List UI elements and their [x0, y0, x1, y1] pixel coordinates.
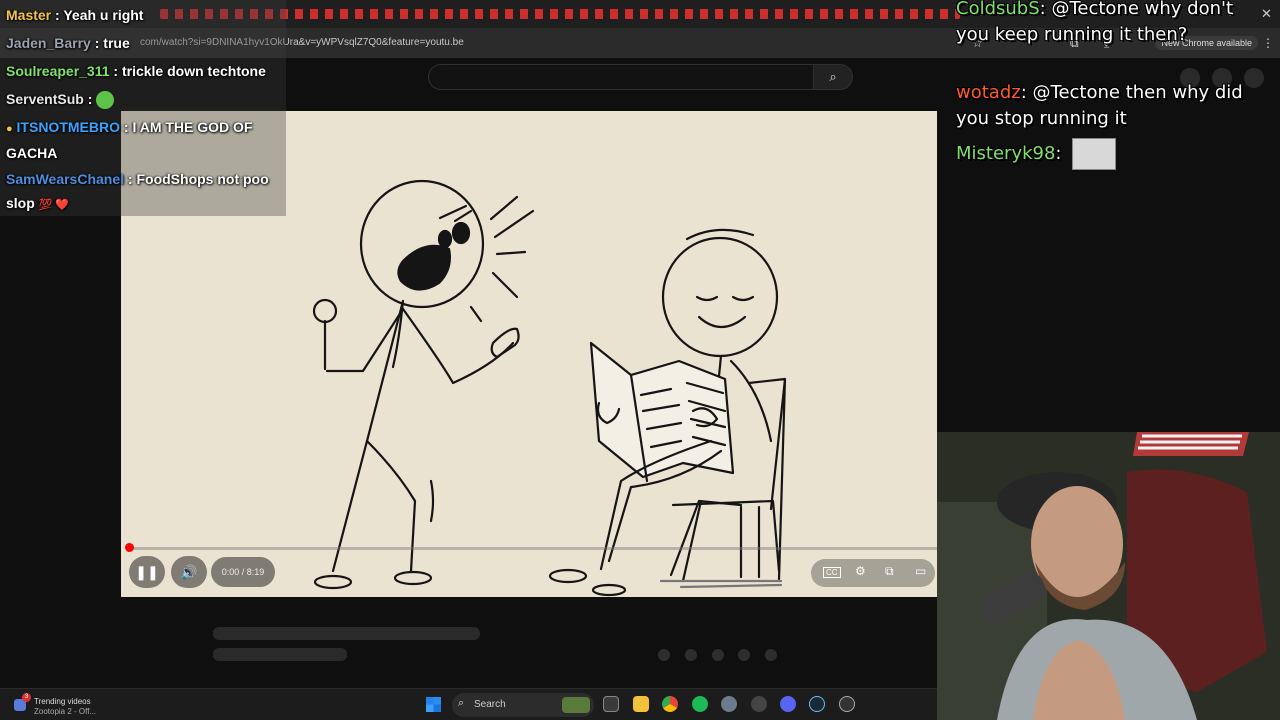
chat-message: ServentSub :	[6, 87, 286, 111]
discord-icon[interactable]	[780, 696, 796, 712]
miniplayer-icon[interactable]: ⧉	[885, 564, 894, 579]
stream-chat-left: Master : Yeah u right Jaden_Barry : true…	[0, 0, 286, 216]
chrome-icon[interactable]	[662, 696, 678, 712]
chat-message: Jaden_Barry : true	[6, 35, 130, 51]
widget-subtitle: Zootopia 2 - Off...	[34, 707, 97, 716]
file-explorer-icon[interactable]	[633, 696, 649, 712]
bulb-badge-icon: ●	[6, 123, 13, 135]
search-icon: ⌕	[829, 69, 837, 84]
search-icon: ⌕	[458, 697, 465, 709]
youtube-search-button[interactable]: ⌕	[813, 64, 853, 90]
volume-button[interactable]: 🔊	[171, 556, 207, 588]
taskbar-search[interactable]: ⌕ Search	[452, 693, 594, 717]
chat-message: ColdsubS: @Tectone why don't you keep ru…	[956, 0, 1234, 45]
widgets-button[interactable]: 3 Trending videos Zootopia 2 - Off...	[14, 693, 134, 717]
steam-icon[interactable]	[809, 696, 825, 712]
stream-chat-right: ColdsubS: @Tectone why don't you keep ru…	[956, 0, 1276, 180]
widget-title: Trending videos	[34, 697, 91, 706]
youtube-search-input[interactable]	[428, 64, 814, 90]
cat-emote-icon	[1071, 138, 1116, 170]
chat-text: true	[103, 35, 130, 51]
windows-taskbar: 3 Trending videos Zootopia 2 - Off... ⌕ …	[0, 688, 937, 720]
green-emote-icon	[96, 91, 115, 110]
streamer-webcam	[937, 432, 1280, 720]
chat-text: Yeah u right	[63, 7, 144, 23]
chat-message: Misteryk98:	[956, 138, 1256, 170]
chat-username: Jaden_Barry	[6, 35, 91, 51]
channel-skeleton	[213, 648, 347, 661]
obs-icon[interactable]	[751, 696, 767, 712]
chat-username: ColdsubS	[956, 0, 1040, 19]
chat-username: Soulreaper_311	[6, 63, 110, 79]
time-display: 0:00 / 8:19	[211, 557, 275, 587]
pause-button[interactable]: ❚❚	[129, 556, 165, 588]
app-icon[interactable]	[721, 696, 737, 712]
volume-icon: 🔊	[180, 564, 198, 580]
widget-badge: 3	[22, 693, 31, 702]
chat-username: wotadz	[956, 82, 1021, 103]
media-player-icon[interactable]	[839, 696, 855, 712]
chat-message: wotadz: @Tectone then why did you stop r…	[956, 82, 1243, 129]
chat-message: SamWearsChanel : FoodShops not poo slop …	[6, 171, 269, 211]
chat-message: Soulreaper_311 : trickle down techtone	[6, 63, 266, 79]
windows-start-icon[interactable]	[426, 697, 441, 712]
chat-username: ServentSub	[6, 91, 84, 107]
chat-text: trickle down techtone	[121, 63, 266, 79]
search-highlight-icon	[562, 697, 590, 713]
title-skeleton	[213, 627, 480, 640]
chat-username: ITSNOTMEBRO	[16, 119, 120, 135]
captions-icon[interactable]: CC	[823, 567, 841, 578]
task-view-icon[interactable]	[603, 696, 619, 712]
progress-bar[interactable]	[129, 547, 937, 550]
webcam-scene	[937, 432, 1280, 720]
chat-username: Master	[6, 7, 52, 23]
progress-scrubber[interactable]	[125, 543, 134, 552]
emoji-tail: 💯 ❤️	[38, 199, 70, 211]
chat-username: Misteryk98	[956, 143, 1056, 164]
pause-icon: ❚❚	[135, 564, 159, 580]
chat-message: Master : Yeah u right	[6, 7, 144, 23]
chat-message: ● ITSNOTMEBRO : I AM THE GOD OF GACHA	[6, 119, 253, 161]
screen: – ▫ ✕ com/watch?si=9DNINA1hyv1OkUra&v=yW…	[0, 0, 1280, 720]
chat-username: SamWearsChanel	[6, 171, 125, 187]
player-right-controls: CC ⚙ ⧉ ▭	[811, 559, 935, 587]
gear-icon[interactable]: ⚙	[855, 564, 866, 578]
calm-man-head	[661, 236, 779, 358]
theater-icon[interactable]: ▭	[915, 564, 926, 578]
taskbar-search-label: Search	[474, 699, 506, 710]
spotify-icon[interactable]	[692, 696, 708, 712]
